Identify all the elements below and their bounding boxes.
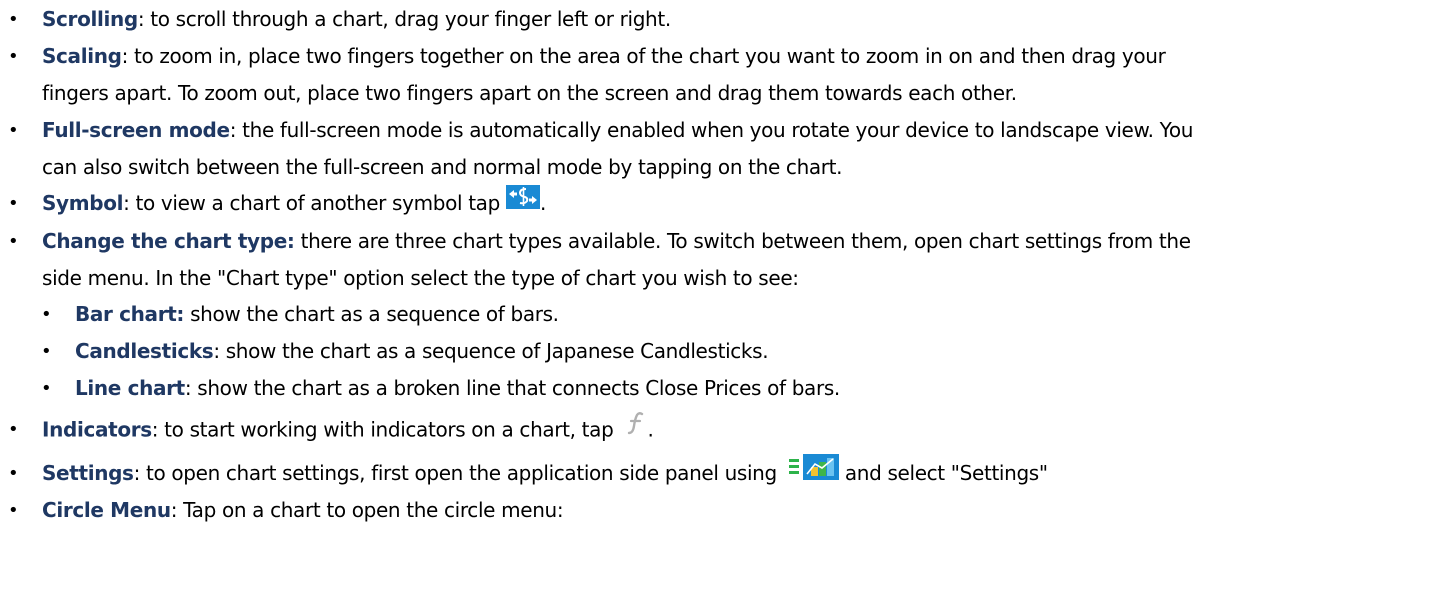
- function-icon: [625, 409, 647, 449]
- text-change-chart-type: there are three chart types available. T…: [294, 229, 1191, 253]
- text-full-screen-mode: : the full-screen mode is automatically …: [229, 118, 1194, 142]
- side-panel-menu-icon: [788, 453, 839, 492]
- text-scaling: : to zoom in, place two fingers together…: [121, 44, 1166, 68]
- text-full-screen-mode-cont: can also switch between the full-screen …: [42, 155, 843, 179]
- term-change-chart-type: Change the chart type:: [42, 229, 295, 253]
- bullet: •: [41, 378, 52, 399]
- text-change-chart-type-cont: side menu. In the "Chart type" option se…: [42, 266, 799, 290]
- list-item-circle-menu: • Circle Menu: Tap on a chart to open th…: [8, 492, 1442, 529]
- bullet: •: [8, 120, 19, 141]
- bullet: •: [8, 419, 19, 440]
- list-item-indicators: • Indicators: to start working with indi…: [8, 409, 1442, 451]
- term-line-chart: Line chart: [75, 376, 185, 400]
- term-bar-chart: Bar chart:: [75, 302, 185, 326]
- term-settings: Settings: [42, 461, 134, 485]
- list-item-full-screen-mode: • Full-screen mode: the full-screen mode…: [8, 112, 1442, 186]
- bullet: •: [41, 341, 52, 362]
- text-settings-end: and select "Settings": [838, 461, 1048, 485]
- text-bar-chart: show the chart as a sequence of bars.: [184, 302, 559, 326]
- bullet: •: [8, 193, 19, 214]
- term-candlesticks: Candlesticks: [75, 339, 214, 363]
- list-item-symbol: • Symbol: to view a chart of another sym…: [8, 184, 1442, 223]
- term-symbol: Symbol: [42, 191, 124, 215]
- bullet: •: [8, 463, 19, 484]
- term-scrolling: Scrolling: [42, 7, 138, 31]
- list-item-settings: • Settings: to open chart settings, firs…: [8, 453, 1442, 494]
- term-scaling: Scaling: [42, 44, 122, 68]
- bullet: •: [8, 231, 19, 252]
- text-indicators-end: .: [647, 417, 654, 442]
- text-settings: : to open chart settings, first open the…: [133, 461, 778, 485]
- bullet: •: [8, 500, 19, 521]
- bullet: •: [8, 9, 19, 30]
- sub-item-bar-chart: • Bar chart: show the chart as a sequenc…: [41, 296, 1454, 333]
- list-item-scrolling: • Scrolling: to scroll through a chart, …: [8, 1, 1442, 38]
- sub-item-line-chart: • Line chart: show the chart as a broken…: [41, 370, 1454, 407]
- text-scaling-cont: fingers apart. To zoom out, place two fi…: [42, 81, 1017, 105]
- list-item-change-chart-type: • Change the chart type: there are three…: [8, 223, 1442, 297]
- bullet: •: [8, 46, 19, 67]
- text-indicators: : to start working with indicators on a …: [151, 417, 614, 442]
- sub-item-candlesticks: • Candlesticks: show the chart as a sequ…: [41, 333, 1454, 370]
- text-scrolling: : to scroll through a chart, drag your f…: [137, 7, 671, 31]
- document: • Scrolling: to scroll through a chart, …: [0, 0, 1454, 608]
- symbol-switch-icon: [505, 184, 540, 221]
- bullet: •: [41, 304, 52, 325]
- term-indicators: Indicators: [42, 417, 152, 442]
- text-candlesticks: : show the chart as a sequence of Japane…: [213, 339, 769, 363]
- text-line-chart: : show the chart as a broken line that c…: [184, 376, 840, 400]
- list-item-scaling: • Scaling: to zoom in, place two fingers…: [8, 38, 1442, 112]
- term-full-screen-mode: Full-screen mode: [42, 118, 230, 142]
- text-symbol: : to view a chart of another symbol tap: [123, 191, 500, 215]
- text-symbol-end: .: [539, 191, 546, 215]
- term-circle-menu: Circle Menu: [42, 498, 171, 522]
- text-circle-menu: : Tap on a chart to open the circle menu…: [170, 498, 564, 522]
